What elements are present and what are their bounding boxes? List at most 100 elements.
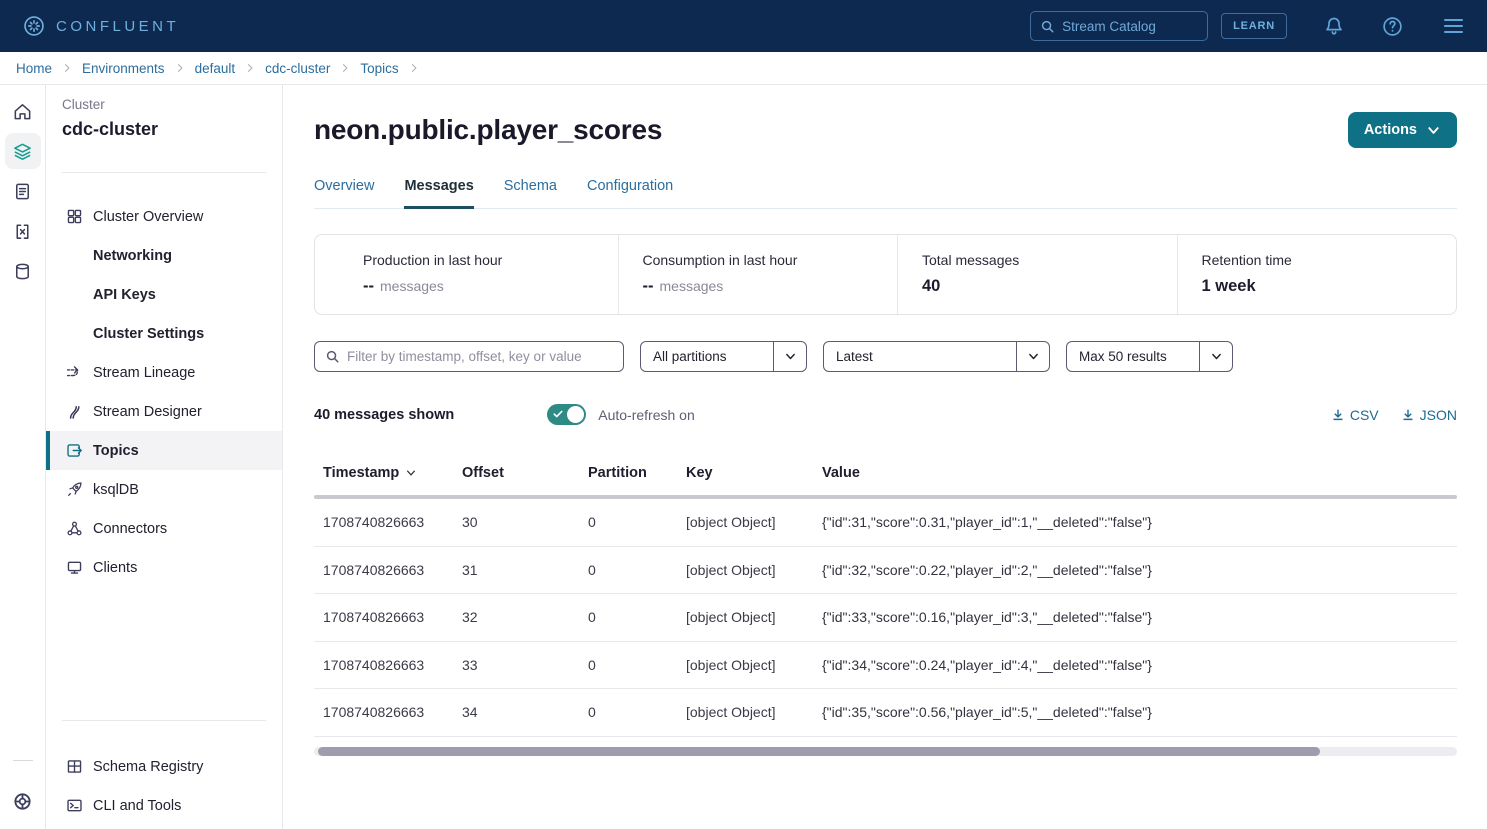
table-row[interactable]: 1708740826663 32 0 [object Object] {"id"…: [314, 594, 1457, 642]
stat-unit: messages: [380, 278, 444, 294]
cell-key: [object Object]: [686, 562, 822, 578]
table-row[interactable]: 1708740826663 30 0 [object Object] {"id"…: [314, 499, 1457, 547]
stat-label: Production in last hour: [363, 252, 618, 268]
cell-partition: 0: [588, 609, 686, 625]
tab-configuration[interactable]: Configuration: [587, 178, 673, 209]
sidebar-item-cluster-overview[interactable]: Cluster Overview: [46, 197, 282, 236]
notifications-bell-icon[interactable]: [1323, 15, 1345, 37]
chevron-right-icon: [61, 62, 73, 74]
auto-refresh-toggle[interactable]: [547, 404, 586, 425]
sidebar-item-networking[interactable]: Networking: [46, 236, 282, 275]
sort-chevron-down-icon: [405, 467, 417, 479]
scrollbar-thumb[interactable]: [318, 747, 1320, 756]
stat-consumption: Consumption in last hour -- messages: [618, 235, 898, 314]
auto-refresh-label: Auto-refresh on: [598, 407, 695, 423]
horizontal-scrollbar[interactable]: [314, 747, 1457, 756]
chevron-right-icon: [174, 62, 186, 74]
cell-partition: 0: [588, 704, 686, 720]
tab-messages[interactable]: Messages: [404, 178, 473, 209]
document-icon[interactable]: [5, 173, 41, 209]
breadcrumb-topics[interactable]: Topics: [360, 61, 398, 76]
sidebar-item-label: Networking: [93, 248, 172, 264]
tab-schema[interactable]: Schema: [504, 178, 557, 209]
topics-icon: [64, 441, 84, 460]
actions-button-label: Actions: [1364, 122, 1417, 138]
chevron-down-icon: [1016, 342, 1049, 371]
sidebar-item-stream-designer[interactable]: Stream Designer: [46, 392, 282, 431]
hamburger-menu-icon[interactable]: [1444, 19, 1463, 33]
sidebar-item-cli-and-tools[interactable]: CLI and Tools: [46, 786, 282, 825]
database-icon[interactable]: [5, 253, 41, 289]
home-icon[interactable]: [5, 93, 41, 129]
column-key: Key: [686, 465, 822, 481]
limit-select[interactable]: Max 50 results: [1066, 341, 1233, 372]
table-row[interactable]: 1708740826663 31 0 [object Object] {"id"…: [314, 547, 1457, 595]
stream-catalog-search[interactable]: [1030, 11, 1208, 41]
sidebar-item-label: Clients: [93, 560, 137, 576]
chevron-right-icon: [408, 62, 420, 74]
topic-tabs: Overview Messages Schema Configuration: [314, 178, 1457, 209]
sidebar-item-label: CLI and Tools: [93, 798, 181, 814]
csv-label: CSV: [1350, 407, 1379, 423]
flink-brackets-icon[interactable]: [5, 213, 41, 249]
help-icon[interactable]: [1381, 15, 1404, 38]
column-timestamp[interactable]: Timestamp: [323, 465, 462, 481]
message-filter-input[interactable]: [347, 349, 613, 364]
sidebar-item-api-keys[interactable]: API Keys: [46, 275, 282, 314]
cell-value: {"id":35,"score":0.56,"player_id":5,"__d…: [822, 704, 1457, 720]
brand-name: CONFLUENT: [56, 18, 179, 35]
cluster-label: Cluster: [62, 97, 282, 112]
sidebar-item-cluster-settings[interactable]: Cluster Settings: [46, 314, 282, 353]
sidebar-item-label: Schema Registry: [93, 759, 203, 775]
sidebar-item-schema-registry[interactable]: Schema Registry: [46, 747, 282, 786]
table-row[interactable]: 1708740826663 34 0 [object Object] {"id"…: [314, 689, 1457, 737]
learn-button[interactable]: LEARN: [1221, 13, 1287, 39]
tab-overview[interactable]: Overview: [314, 178, 374, 209]
message-filter-search[interactable]: [314, 341, 624, 372]
cell-key: [object Object]: [686, 657, 822, 673]
sidebar-item-topics[interactable]: Topics: [46, 431, 282, 470]
environments-layers-icon[interactable]: [5, 133, 41, 169]
stat-label: Total messages: [922, 252, 1177, 268]
cell-key: [object Object]: [686, 609, 822, 625]
support-globe-icon[interactable]: [5, 783, 41, 819]
cluster-name: cdc-cluster: [62, 119, 282, 140]
order-select[interactable]: Latest: [823, 341, 1050, 372]
sidebar-footer-divider: [62, 720, 266, 721]
sidebar-item-clients[interactable]: Clients: [46, 548, 282, 587]
search-icon: [325, 349, 340, 364]
sidebar-item-ksqldb[interactable]: ksqlDB: [46, 470, 282, 509]
cell-partition: 0: [588, 657, 686, 673]
breadcrumb-environments[interactable]: Environments: [82, 61, 165, 76]
messages-count: 40 messages shown: [314, 407, 454, 423]
sidebar-item-label: API Keys: [93, 287, 156, 303]
designer-curves-icon: [64, 402, 84, 421]
breadcrumb-default[interactable]: default: [195, 61, 236, 76]
actions-button[interactable]: Actions: [1348, 112, 1457, 148]
cell-timestamp: 1708740826663: [323, 514, 462, 530]
breadcrumb-home[interactable]: Home: [16, 61, 52, 76]
lineage-arrow-icon: [64, 363, 84, 382]
sidebar-item-stream-lineage[interactable]: Stream Lineage: [46, 353, 282, 392]
stat-unit: messages: [660, 278, 724, 294]
cell-value: {"id":31,"score":0.31,"player_id":1,"__d…: [822, 514, 1457, 530]
sidebar-divider: [62, 172, 266, 173]
cell-offset: 34: [462, 704, 588, 720]
order-select-value: Latest: [824, 342, 1016, 371]
toggle-knob: [567, 406, 584, 423]
column-offset: Offset: [462, 465, 588, 481]
messages-table: Timestamp Offset Partition Key Value 170…: [314, 451, 1457, 756]
partition-select[interactable]: All partitions: [640, 341, 807, 372]
breadcrumb-cluster[interactable]: cdc-cluster: [265, 61, 330, 76]
confluent-logo[interactable]: CONFLUENT: [22, 14, 179, 38]
cell-offset: 31: [462, 562, 588, 578]
sidebar-item-connectors[interactable]: Connectors: [46, 509, 282, 548]
download-csv-link[interactable]: CSV: [1331, 407, 1379, 423]
table-header-row: Timestamp Offset Partition Key Value: [314, 451, 1457, 495]
rail-divider: [13, 760, 33, 761]
chevron-right-icon: [244, 62, 256, 74]
download-json-link[interactable]: JSON: [1401, 407, 1457, 423]
terminal-icon: [64, 796, 84, 815]
table-row[interactable]: 1708740826663 33 0 [object Object] {"id"…: [314, 642, 1457, 690]
stream-catalog-input[interactable]: [1062, 19, 1198, 34]
